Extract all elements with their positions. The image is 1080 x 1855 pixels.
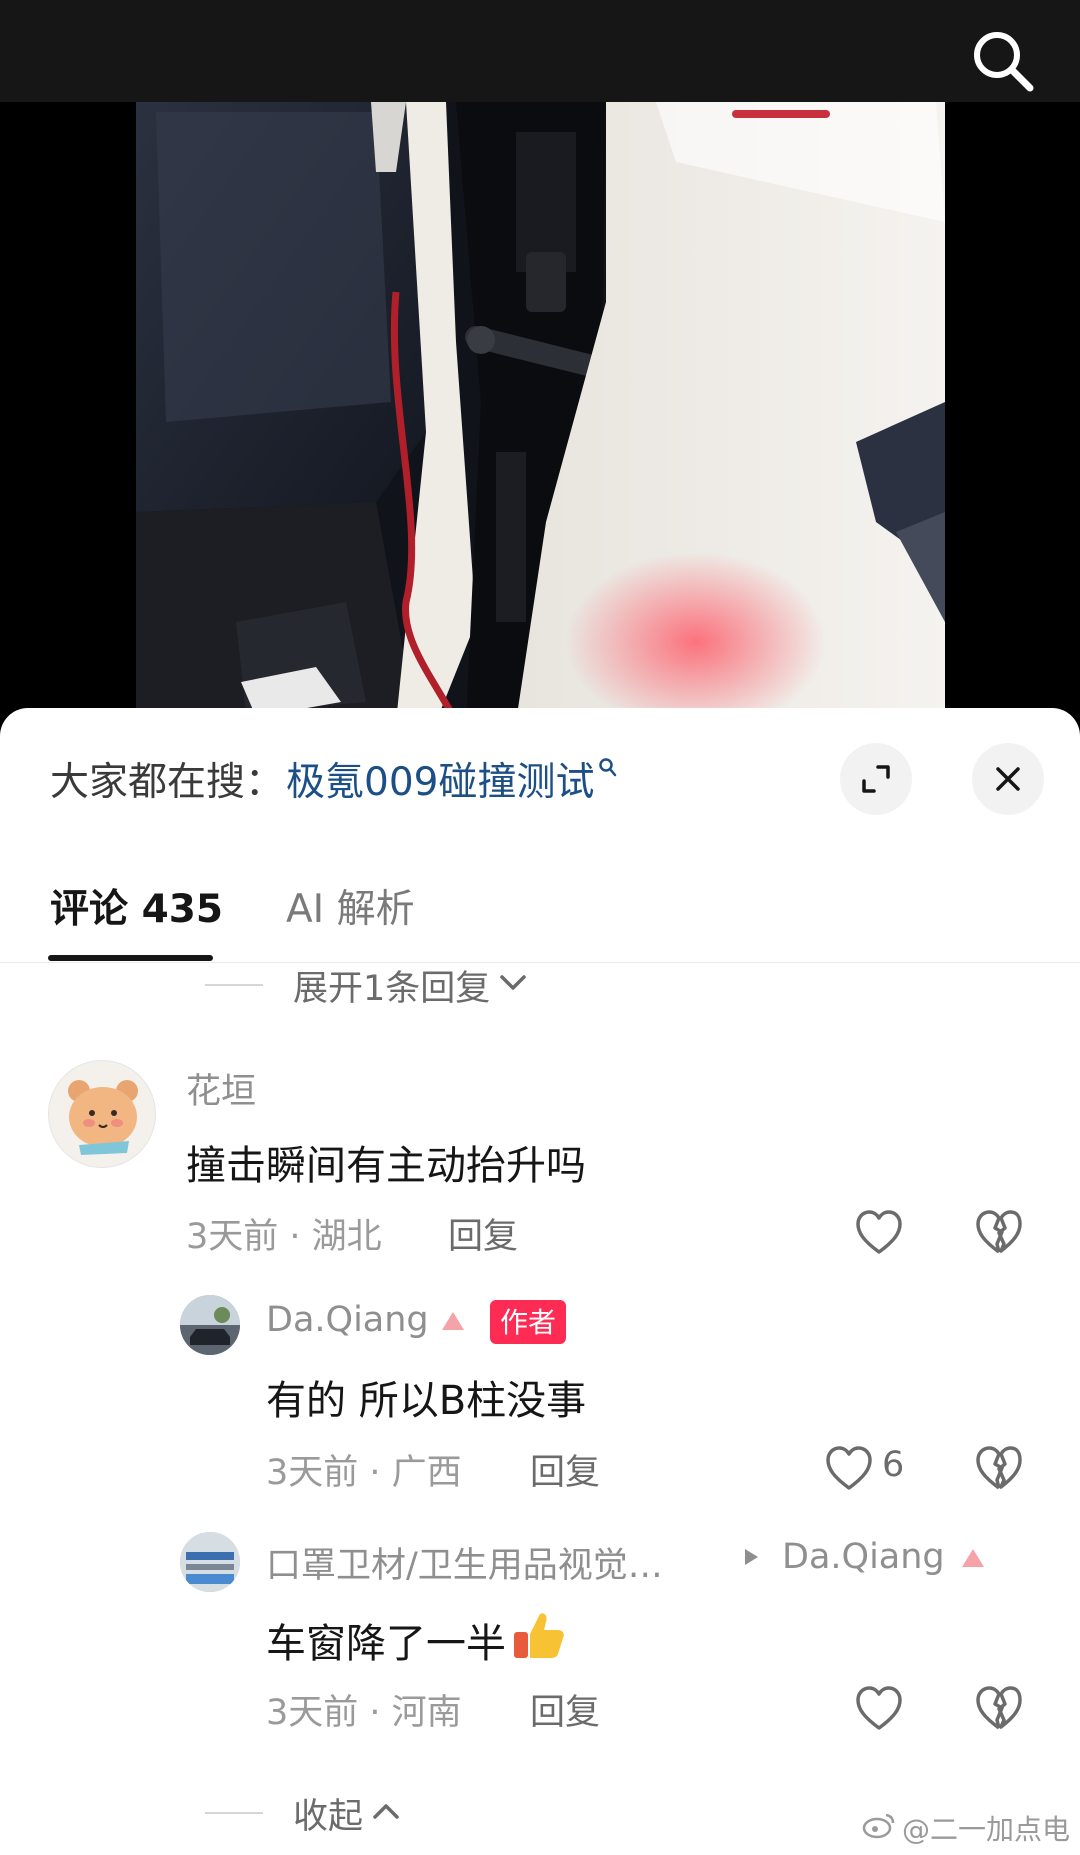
broken-heart-icon[interactable] <box>972 1206 1026 1260</box>
broken-heart-icon[interactable] <box>972 1682 1026 1736</box>
reply-to-username[interactable]: Da.Qiang <box>782 1537 945 1577</box>
comment-text: 有的 所以B柱没事 <box>266 1378 587 1424</box>
close-icon[interactable] <box>972 743 1044 815</box>
video-frame-image <box>136 102 945 722</box>
comment-username[interactable]: 花垣 <box>186 1063 256 1114</box>
expand-replies-button[interactable]: 展开1条回复 <box>205 960 528 1010</box>
broken-heart-icon[interactable] <box>972 1442 1026 1496</box>
tab-comments[interactable]: 评论 435 <box>50 878 223 934</box>
active-tab-indicator <box>48 955 213 961</box>
avatar[interactable] <box>48 1060 156 1168</box>
collapse-label: 收起 <box>293 1796 364 1837</box>
heart-icon[interactable] <box>852 1206 906 1260</box>
trending-search-prefix: 大家都在搜： <box>50 760 285 805</box>
divider-line <box>205 984 263 986</box>
comment-text-content: 车窗降了一半 <box>266 1621 506 1667</box>
tab-ai-analysis[interactable]: AI 解析 <box>286 878 415 934</box>
heart-icon[interactable] <box>822 1442 876 1496</box>
watermark: @二一加点电 <box>862 1808 1070 1848</box>
watermark-text: @二一加点电 <box>901 1813 1070 1846</box>
video-player[interactable] <box>0 102 1080 722</box>
triangle-icon <box>960 1547 986 1573</box>
comment-meta: 3天前 · 广西 <box>266 1453 462 1493</box>
trending-search[interactable]: 大家都在搜： 极氪009碰撞测试 <box>50 744 618 814</box>
chevron-down-icon <box>498 973 528 997</box>
comment-meta: 3天前 · 湖北 <box>186 1217 382 1257</box>
author-badge: 作者 <box>490 1300 567 1344</box>
expand-icon[interactable] <box>840 743 912 815</box>
search-icon <box>598 757 618 783</box>
thumbs-up-icon <box>510 1606 568 1674</box>
triangle-icon <box>440 1310 466 1336</box>
like-count: 6 <box>882 1445 905 1485</box>
heart-icon[interactable] <box>852 1682 906 1736</box>
weibo-icon <box>862 1811 896 1846</box>
top-bar <box>0 0 1080 102</box>
comment-username[interactable]: 口罩卫材/卫生用品视觉… <box>266 1537 663 1588</box>
comment-meta: 3天前 · 河南 <box>266 1693 462 1733</box>
trending-search-term[interactable]: 极氪009碰撞测试 <box>286 751 594 807</box>
chevron-up-icon <box>371 1801 401 1825</box>
divider-line <box>205 1812 263 1814</box>
collapse-replies-button[interactable]: 收起 <box>205 1788 401 1838</box>
comment-username[interactable]: Da.Qiang <box>266 1300 429 1340</box>
comment-sheet: 大家都在搜： 极氪009碰撞测试 评论 435 AI 解析 展开1条回复 花垣 … <box>0 708 1080 1855</box>
avatar[interactable] <box>180 1532 240 1592</box>
expand-replies-label: 展开1条回复 <box>293 968 491 1009</box>
reply-arrow-icon <box>742 1546 760 1572</box>
reply-button[interactable]: 回复 <box>530 1444 600 1495</box>
comment-text: 撞击瞬间有主动抬升吗 <box>186 1143 586 1189</box>
reply-button[interactable]: 回复 <box>530 1684 600 1735</box>
avatar[interactable] <box>180 1295 240 1355</box>
comment-text: 车窗降了一半 <box>266 1606 568 1674</box>
search-icon[interactable] <box>968 26 1038 96</box>
comment-tabs: 评论 435 AI 解析 <box>0 858 1080 963</box>
reply-button[interactable]: 回复 <box>448 1208 518 1259</box>
